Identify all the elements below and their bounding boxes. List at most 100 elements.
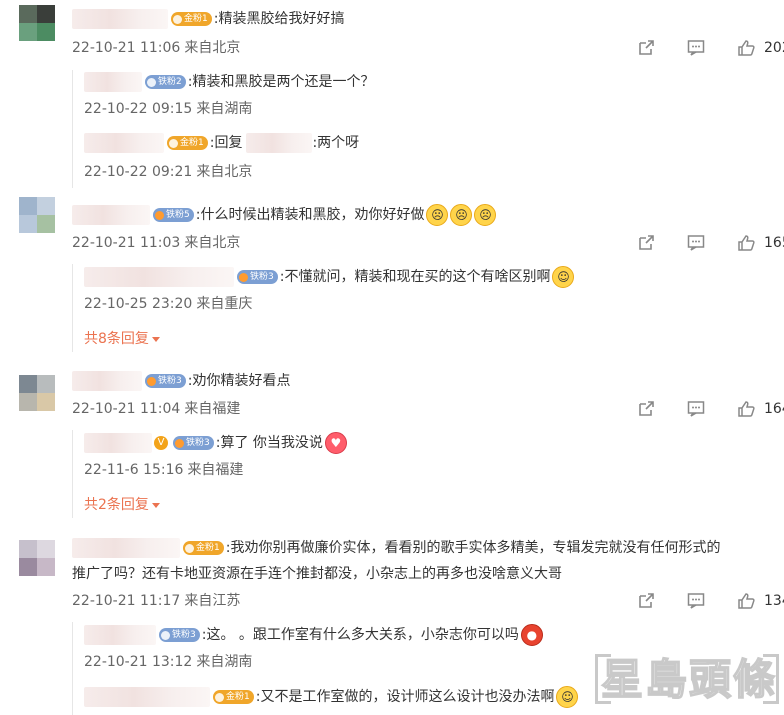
crying-emoji-icon: ☹ [450,204,473,226]
reply-text-line: V 铁粉3 :算了 你当我没说 ♥ [84,432,347,454]
username[interactable] [72,205,150,225]
reply-text: :这。 。跟工作室有什么多大关系，小杂志你可以吗 [201,627,519,643]
logo-text: 星島頭條 [600,655,778,705]
comment-text: 推广了吗？还有卡地亚资源在手连个推封都没，小杂志上的再多也没啥意义大哥 [72,566,562,582]
comment-icon[interactable] [686,234,706,252]
comment-text: :什么时候出精装和黑胶，劝你好好做 [195,207,425,223]
like-icon[interactable] [736,400,756,418]
reply-text-line: 铁粉3 :这。 。跟工作室有什么多大关系，小杂志你可以吗 ● [84,624,543,646]
avatar[interactable] [19,5,55,41]
crying-emoji-icon: ☹ [474,204,497,226]
comment-actions: 134 [636,591,784,611]
reply-meta: 22-10-25 23:20 来自重庆 [84,294,256,314]
reply-text: :不懂就问，精装和现在买的这个有啥区别啊 [279,269,551,285]
like-count: 164 [764,401,784,417]
reply-text: :又不是工作室做的，设计师这么设计也没办法啊 [255,689,555,705]
mentioned-username[interactable] [246,133,313,153]
reply-text-line: 金粉1 :回复 :两个呀 [84,133,359,153]
location: 来自北京 [196,164,253,180]
thinking-emoji-icon: ☺ [552,266,575,288]
reply-text-line: 铁粉3 :不懂就问，精装和现在买的这个有啥区别啊 ☺ [84,266,575,288]
like-icon[interactable] [736,39,756,57]
comment-actions: 202 [636,38,784,58]
fan-badge[interactable]: 金粉1 [213,690,254,704]
share-icon[interactable] [636,592,656,610]
share-icon[interactable] [636,234,656,252]
comment-text-line: 铁粉3 :劝你精装好看点 [72,371,290,391]
fan-badge[interactable]: 金粉1 [183,541,224,555]
avatar[interactable] [19,197,55,233]
fan-badge[interactable]: 铁粉3 [237,270,278,284]
avatar[interactable] [19,540,55,576]
username[interactable] [84,687,210,707]
username[interactable] [84,133,164,153]
reply-text: :精装和黑胶是两个还是一个？ [187,74,375,90]
reply-text: :两个呀 [312,135,360,151]
verified-icon: V [154,436,168,450]
more-replies-link[interactable]: 共8条回复 [84,329,160,349]
comment-text-line: 金粉1 :我劝你别再做廉价实体，看看别的歌手实体多精美，专辑发完就没有任何形式的 [72,538,720,558]
reply-meta: 22-10-22 09:15 来自湖南 [84,99,256,119]
fan-badge[interactable]: 铁粉3 [145,374,186,388]
timestamp: 22-10-25 23:20 [84,296,193,312]
comment-meta: 22-10-21 11:17 来自江苏 [72,591,244,611]
reply-text: :算了 你当我没说 [215,435,323,451]
comment-meta: 22-10-21 11:03 来自北京 [72,233,244,253]
reply-list [72,264,73,352]
username[interactable] [84,625,156,645]
comment-icon[interactable] [686,39,706,57]
username[interactable] [72,538,180,558]
timestamp: 22-10-22 09:15 [84,101,193,117]
watermark-logo: 星島頭條 [595,650,779,710]
fan-badge[interactable]: 铁粉3 [159,628,200,642]
caret-down-icon [151,336,160,342]
like-count: 165 [764,235,784,251]
reply-meta: 22-10-22 09:21 来自北京 [84,162,256,182]
reply-text-line: 金粉1 :又不是工作室做的，设计师这么设计也没办法啊 ☺ [84,686,579,708]
location: 来自江苏 [184,593,241,609]
username[interactable] [72,9,168,29]
fan-badge[interactable]: 铁粉2 [145,75,186,89]
share-icon[interactable] [636,39,656,57]
comment-text-line: 金粉1 :精装黑胶给我好好搞 [72,9,344,29]
caret-down-icon [151,502,160,508]
reply-text-line: 铁粉2 :精装和黑胶是两个还是一个？ [84,72,374,92]
comment-icon[interactable] [686,592,706,610]
location: 来自重庆 [196,296,253,312]
reply-list [72,430,73,518]
avatar[interactable] [19,375,55,411]
timestamp: 22-10-21 11:04 [72,401,181,417]
reply-text: :回复 [209,135,243,151]
fan-badge[interactable]: 金粉1 [171,12,212,26]
timestamp: 22-10-21 13:12 [84,654,193,670]
timestamp: 22-10-21 11:03 [72,235,181,251]
share-icon[interactable] [636,400,656,418]
username[interactable] [72,371,142,391]
fan-badge[interactable]: 铁粉5 [153,208,194,222]
location: 来自湖南 [196,654,253,670]
like-count: 134 [764,593,784,609]
comment-meta: 22-10-21 11:06 来自北京 [72,38,244,58]
tomato-emoji-icon: ● [520,624,543,646]
fan-badge[interactable]: 金粉1 [167,136,208,150]
reply-list [72,622,73,715]
comment-text-line: 铁粉5 :什么时候出精装和黑胶，劝你好好做 ☹ ☹ ☹ [72,204,497,226]
like-icon[interactable] [736,234,756,252]
like-count: 202 [764,40,784,56]
comment-icon[interactable] [686,400,706,418]
like-icon[interactable] [736,592,756,610]
comment-actions: 164 [636,399,784,419]
more-replies-link[interactable]: 共2条回复 [84,495,160,515]
fan-badge[interactable]: 铁粉3 [173,436,214,450]
sweat-smile-emoji-icon: ☺ [556,686,579,708]
username[interactable] [84,433,152,453]
username[interactable] [84,72,142,92]
location: 来自湖南 [196,101,253,117]
comment-text: :我劝你别再做廉价实体，看看别的歌手实体多精美，专辑发完就没有任何形式的 [225,540,721,556]
location: 来自北京 [184,40,241,56]
username[interactable] [84,267,234,287]
timestamp: 22-10-21 11:17 [72,593,181,609]
location: 来自北京 [184,235,241,251]
comment-text: :精装黑胶给我好好搞 [213,11,345,27]
location: 来自福建 [187,462,244,478]
